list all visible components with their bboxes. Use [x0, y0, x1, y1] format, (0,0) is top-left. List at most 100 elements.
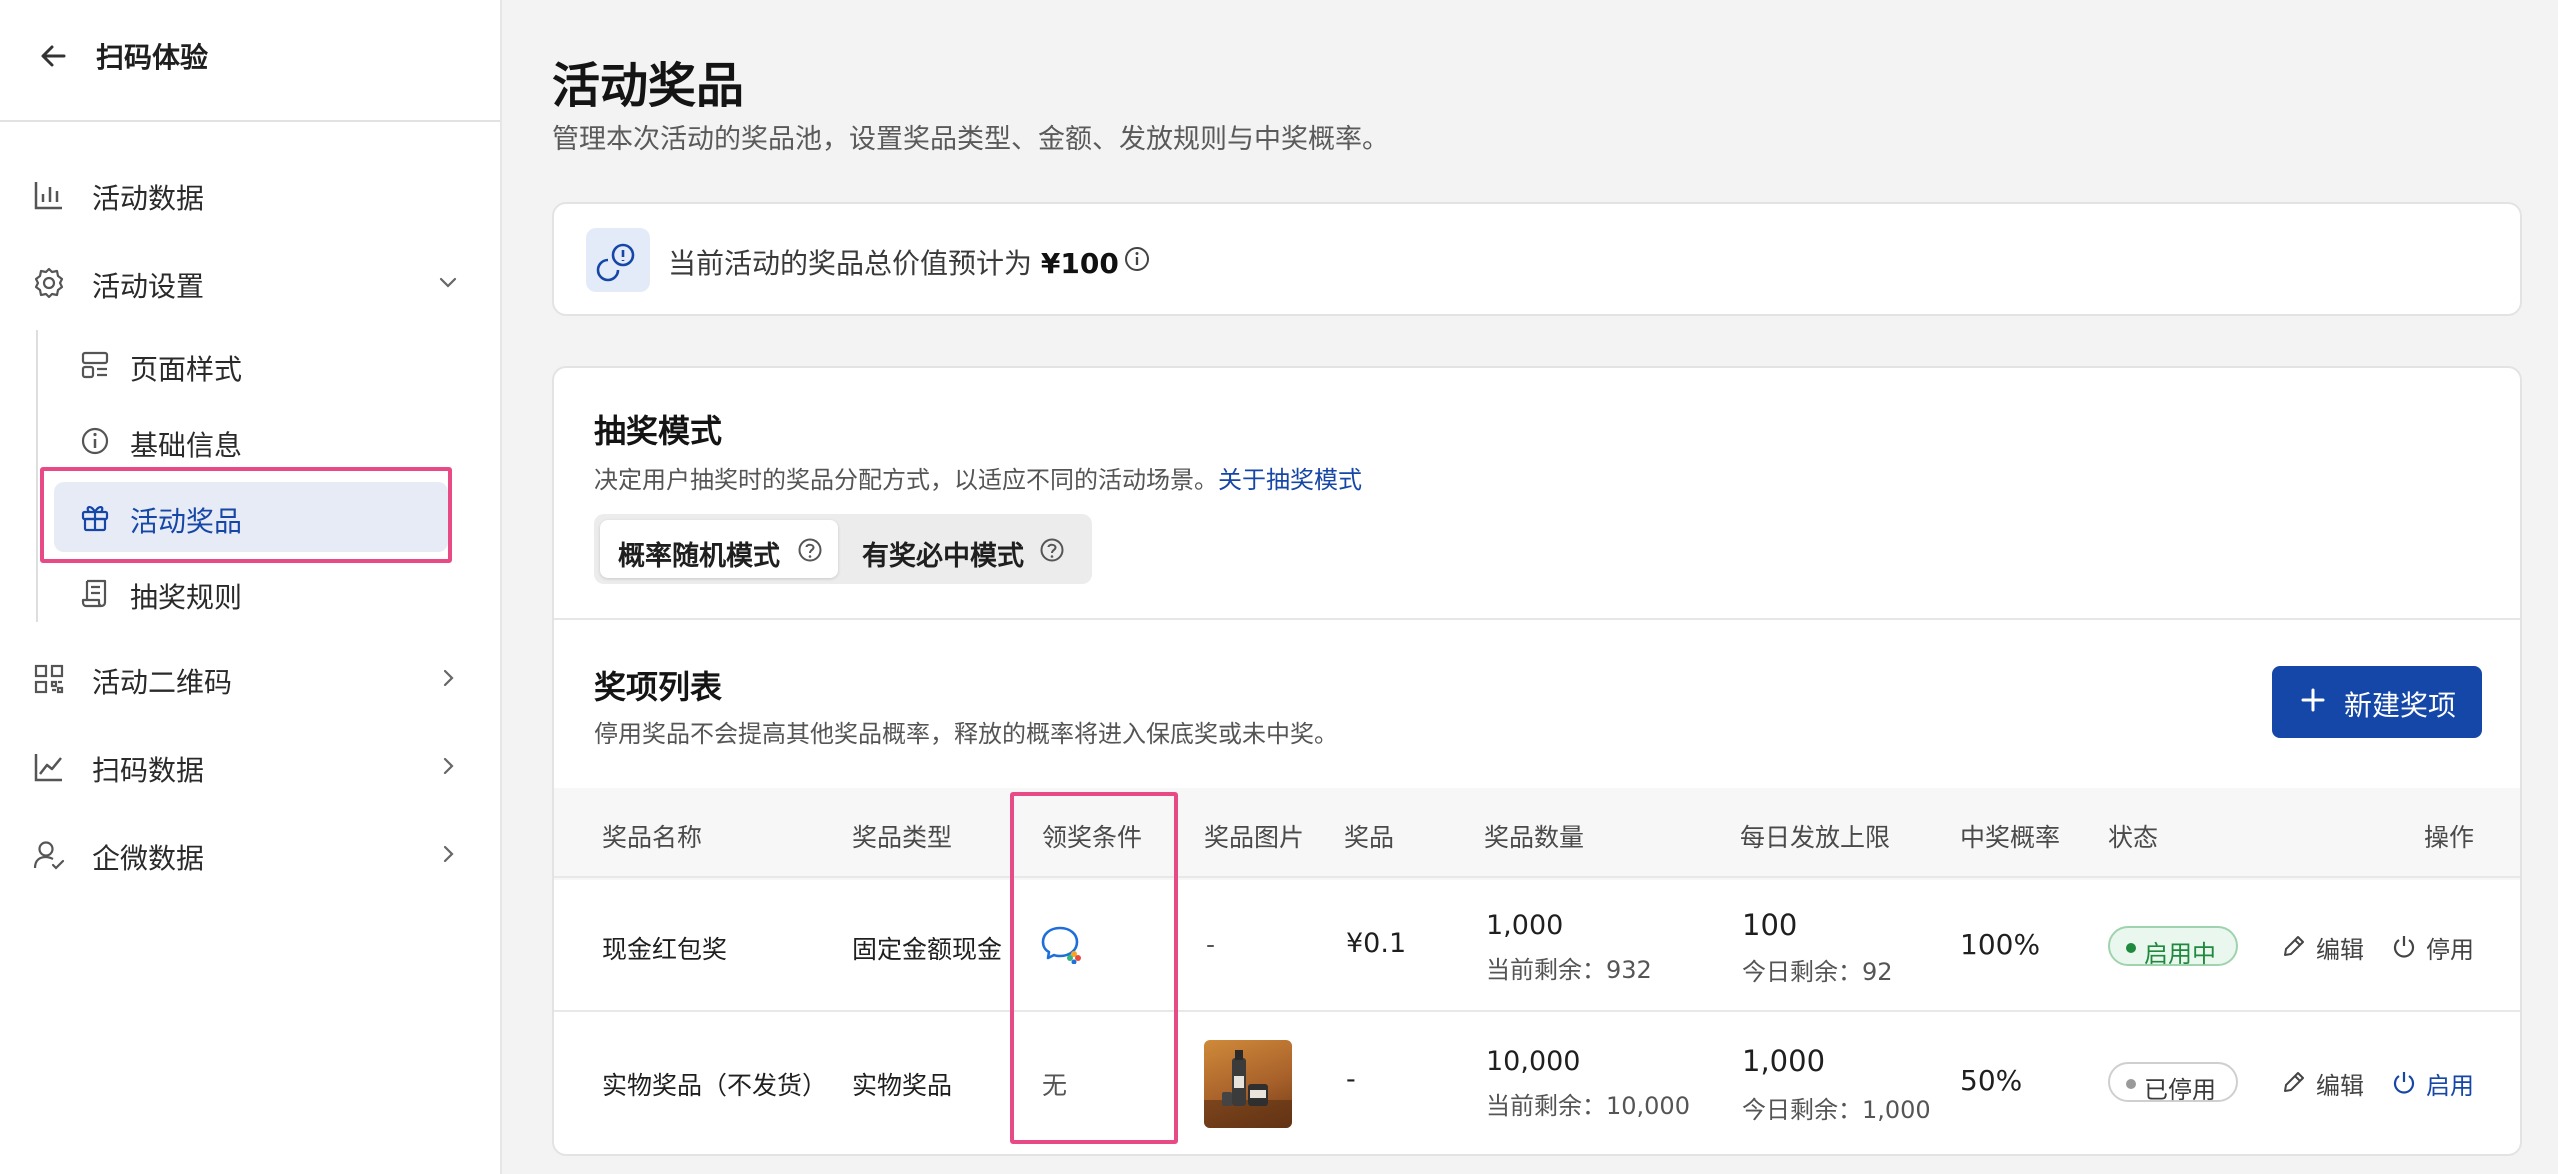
total-prize-amount: ¥100 [1040, 247, 1119, 280]
sidebar-subitem-label: 抽奖规则 [130, 581, 243, 614]
sidebar-item-scan-data[interactable]: 扫码数据 [0, 736, 500, 796]
help-circle-icon[interactable] [796, 536, 824, 564]
column-header: 奖品 [1344, 823, 1395, 852]
sidebar-item-label: 活动设置 [92, 270, 205, 303]
qr-code-icon [34, 664, 64, 694]
column-header: 每日发放上限 [1740, 823, 1891, 852]
prize-image-empty: - [1206, 930, 1216, 959]
sidebar-subitem-basic-info[interactable]: 基础信息 [54, 406, 448, 476]
page-title: 活动奖品 [552, 58, 745, 114]
mode-option-label: 概率随机模式 [618, 541, 780, 572]
prize-condition: 无 [1042, 1071, 1068, 1100]
gift-icon [81, 506, 109, 532]
prize-type: 实物奖品 [852, 1071, 953, 1100]
prize-list-title: 奖项列表 [594, 668, 723, 706]
status-label: 已停用 [2144, 1076, 2216, 1104]
chevron-right-icon [443, 845, 454, 863]
status-label: 启用中 [2144, 940, 2216, 968]
prize-quantity: 1,000 [1486, 910, 1564, 941]
sidebar-subitem-activity-prizes[interactable]: 活动奖品 [54, 482, 448, 552]
column-header: 领奖条件 [1042, 823, 1143, 852]
prize-name: 现金红包奖 [602, 935, 728, 964]
lottery-mode-link[interactable]: 关于抽奖模式 [1218, 466, 1362, 494]
lottery-mode-title: 抽奖模式 [594, 412, 723, 450]
status-dot [2126, 1079, 2136, 1089]
column-header: 奖品图片 [1204, 823, 1305, 852]
quantity-remaining: 当前剩余：10,000 [1486, 1092, 1690, 1120]
column-header: 状态 [2108, 823, 2159, 852]
prize-value: - [1346, 1064, 1356, 1095]
status-dot [2126, 943, 2136, 953]
coin-icon-container [586, 228, 650, 292]
status-badge: 启用中 [2108, 926, 2238, 968]
prize-value: ¥0.1 [1346, 928, 1407, 959]
edit-button[interactable]: 编辑 [2280, 930, 2370, 964]
table-header: 奖品名称 奖品类型 领奖条件 奖品图片 奖品 奖品数量 每日发放上限 中奖概率 … [554, 788, 2520, 880]
chevron-right-icon [443, 757, 454, 775]
bar-chart-icon [34, 182, 62, 210]
sidebar-item-activity-settings[interactable]: 活动设置 [0, 252, 500, 312]
sidebar-subitem-label: 活动奖品 [130, 505, 243, 538]
product-bottles-photo [1204, 1040, 1292, 1128]
sidebar-item-label: 活动数据 [92, 182, 205, 215]
sidebar-item-wecom-data[interactable]: 企微数据 [0, 824, 500, 884]
prize-value-notice: 当前活动的奖品总价值预计为 ¥100 [552, 202, 2522, 316]
pencil-icon [2284, 1072, 2304, 1092]
pencil-icon [2284, 936, 2304, 956]
user-check-icon [33, 841, 65, 870]
edit-button[interactable]: 编辑 [2280, 1066, 2370, 1100]
coins-icon [596, 243, 635, 282]
sidebar-subitem-page-style[interactable]: 页面样式 [54, 330, 448, 400]
edit-label: 编辑 [2316, 1072, 2364, 1100]
prize-name: 实物奖品（不发货） [602, 1071, 828, 1100]
submenu-guide-line [36, 330, 38, 622]
gear-icon [34, 267, 64, 299]
sidebar-subitem-lottery-rules[interactable]: 抽奖规则 [54, 558, 448, 628]
notice-text: 当前活动的奖品总价值预计为 ¥100 [668, 247, 1119, 280]
mode-option-guaranteed[interactable]: 有奖必中模式 [844, 520, 1084, 578]
disable-label: 停用 [2426, 936, 2474, 964]
page-subtitle: 管理本次活动的奖品池，设置奖品类型、金额、发放规则与中奖概率。 [552, 124, 1389, 155]
enable-button[interactable]: 启用 [2390, 1066, 2480, 1100]
disable-button[interactable]: 停用 [2390, 930, 2480, 964]
info-icon [81, 427, 109, 455]
mode-option-label: 有奖必中模式 [862, 541, 1024, 572]
lottery-mode-description: 决定用户抽奖时的奖品分配方式，以适应不同的活动场景。关于抽奖模式 [594, 466, 1362, 494]
sidebar-subitem-label: 基础信息 [130, 429, 243, 462]
sidebar-title: 扫码体验 [96, 41, 209, 74]
prize-type: 固定金额现金 [852, 935, 1003, 964]
wecom-chat-icon [1041, 926, 1081, 964]
sidebar-subitem-label: 页面样式 [130, 353, 243, 386]
prize-settings-card: 抽奖模式 决定用户抽奖时的奖品分配方式，以适应不同的活动场景。关于抽奖模式 概率… [552, 366, 2522, 1156]
line-chart-icon [34, 754, 62, 782]
daily-remaining: 今日剩余：1,000 [1742, 1096, 1931, 1124]
column-header: 奖品类型 [852, 823, 953, 852]
sidebar-header: 扫码体验 [0, 0, 500, 122]
power-icon [2393, 1072, 2415, 1094]
scroll-icon [81, 579, 107, 608]
sidebar-item-activity-qrcode[interactable]: 活动二维码 [0, 648, 500, 708]
sidebar-item-activity-data[interactable]: 活动数据 [0, 164, 500, 224]
layout-icon [81, 351, 109, 379]
edit-label: 编辑 [2316, 936, 2364, 964]
info-icon[interactable] [1122, 244, 1152, 274]
chevron-down-icon [439, 277, 457, 288]
column-header: 奖品数量 [1484, 823, 1585, 852]
mode-option-probability[interactable]: 概率随机模式 [600, 520, 838, 578]
chevron-right-icon [443, 669, 454, 687]
help-circle-icon[interactable] [1038, 536, 1066, 564]
prize-list-description: 停用奖品不会提高其他奖品概率，释放的概率将进入保底奖或未中奖。 [594, 720, 1338, 748]
plus-icon [2301, 688, 2325, 712]
column-header: 奖品名称 [602, 823, 703, 852]
prize-quantity: 10,000 [1486, 1046, 1581, 1077]
column-header: 中奖概率 [1960, 823, 2061, 852]
daily-limit: 100 [1742, 908, 1798, 942]
status-badge: 已停用 [2108, 1062, 2238, 1104]
column-header: 操作 [2424, 823, 2475, 852]
daily-remaining: 今日剩余：92 [1742, 958, 1893, 986]
new-prize-button[interactable]: 新建奖项 [2272, 666, 2482, 738]
power-icon [2393, 936, 2415, 958]
sidebar-item-label: 企微数据 [92, 842, 205, 875]
back-arrow-icon[interactable] [36, 38, 72, 74]
quantity-remaining: 当前剩余：932 [1486, 956, 1652, 984]
